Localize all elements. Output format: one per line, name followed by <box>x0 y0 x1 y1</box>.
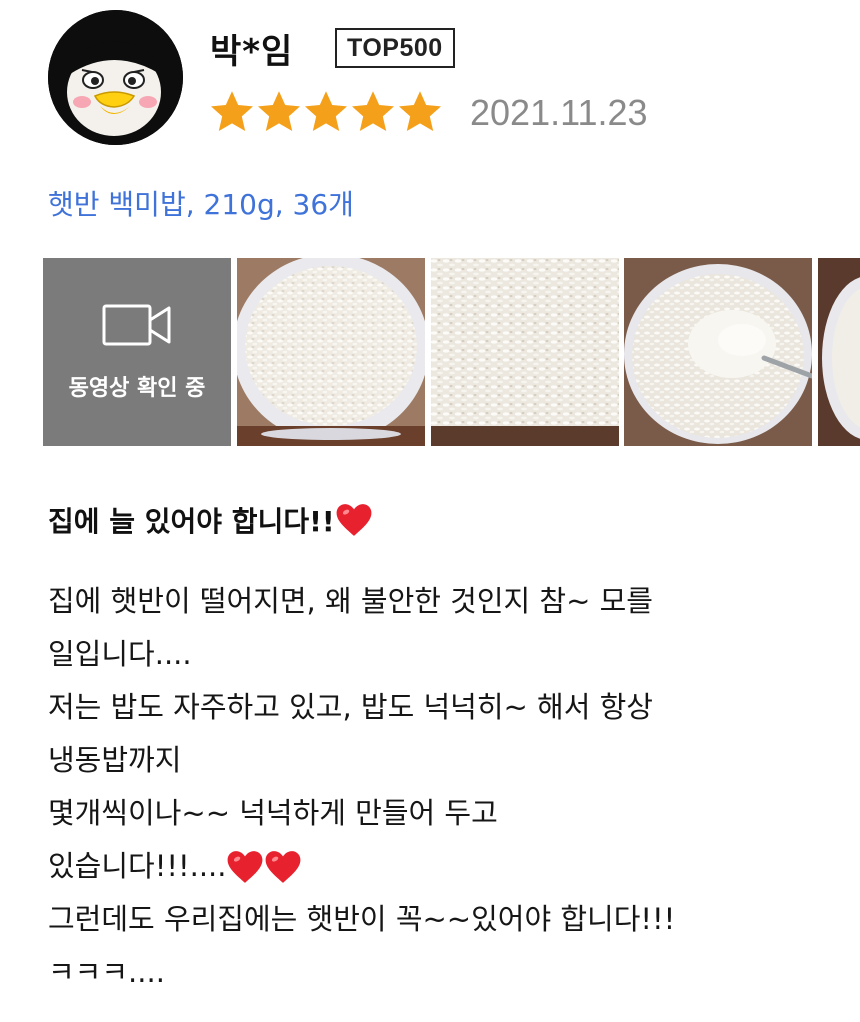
red-heart-icon <box>335 502 373 538</box>
video-thumbnail[interactable]: 동영상 확인 중 <box>43 258 231 446</box>
review-photo[interactable] <box>431 258 619 446</box>
rank-badge: TOP500 <box>335 28 455 68</box>
video-camera-icon <box>102 304 171 346</box>
video-status-label: 동영상 확인 중 <box>68 376 206 401</box>
review-photo[interactable] <box>818 258 860 446</box>
reviewer-name: 박*임 <box>210 32 294 72</box>
photo-rice-spoon <box>624 258 812 446</box>
review-title-text: 집에 늘 있어야 합니다!! <box>48 505 335 538</box>
photo-rice-partial <box>818 258 860 446</box>
star-icon <box>211 91 253 131</box>
review-title: 집에 늘 있어야 합니다!! <box>48 500 373 540</box>
review-body-line: 냉동밥까지 <box>48 743 182 777</box>
star-icon <box>258 91 300 131</box>
review-date: 2021.11.23 <box>470 92 648 133</box>
review-body-line: 있습니다!!!.... <box>48 849 227 883</box>
review-body-line: 일입니다.... <box>48 637 192 671</box>
red-heart-icon <box>264 849 302 885</box>
review-body-line-with-hearts: 있습니다!!!.... <box>48 840 838 893</box>
star-icon <box>352 91 394 131</box>
review-photo[interactable] <box>237 258 425 446</box>
star-icon <box>305 91 347 131</box>
avatar[interactable] <box>48 10 183 145</box>
review-body-line: 저는 밥도 자주하고 있고, 밥도 넉넉히~ 해서 항상 <box>48 690 653 724</box>
review-body-line: ㅋㅋㅋ.... <box>48 955 165 989</box>
review-body-line: 집에 햇반이 떨어지면, 왜 불안한 것인지 참~ 모를 <box>48 584 653 618</box>
photo-rice-closeup <box>431 258 619 446</box>
review-photo[interactable] <box>624 258 812 446</box>
media-gallery: 동영상 확인 중 <box>43 258 860 446</box>
red-heart-icon <box>226 849 264 885</box>
review-body: 집에 햇반이 떨어지면, 왜 불안한 것인지 참~ 모를 일입니다.... 저는… <box>48 575 838 999</box>
rating-stars <box>208 88 443 138</box>
photo-rice-bowl <box>237 258 425 446</box>
review-body-line: 몇개씩이나~~ 넉넉하게 만들어 두고 <box>48 796 498 830</box>
product-option-link[interactable]: 햇반 백미밥, 210g, 36개 <box>48 183 354 223</box>
review-body-line: 그런데도 우리집에는 햇반이 꼭~~있어야 합니다!!! <box>48 902 676 936</box>
star-icon <box>399 91 441 131</box>
avatar-image <box>48 10 183 145</box>
